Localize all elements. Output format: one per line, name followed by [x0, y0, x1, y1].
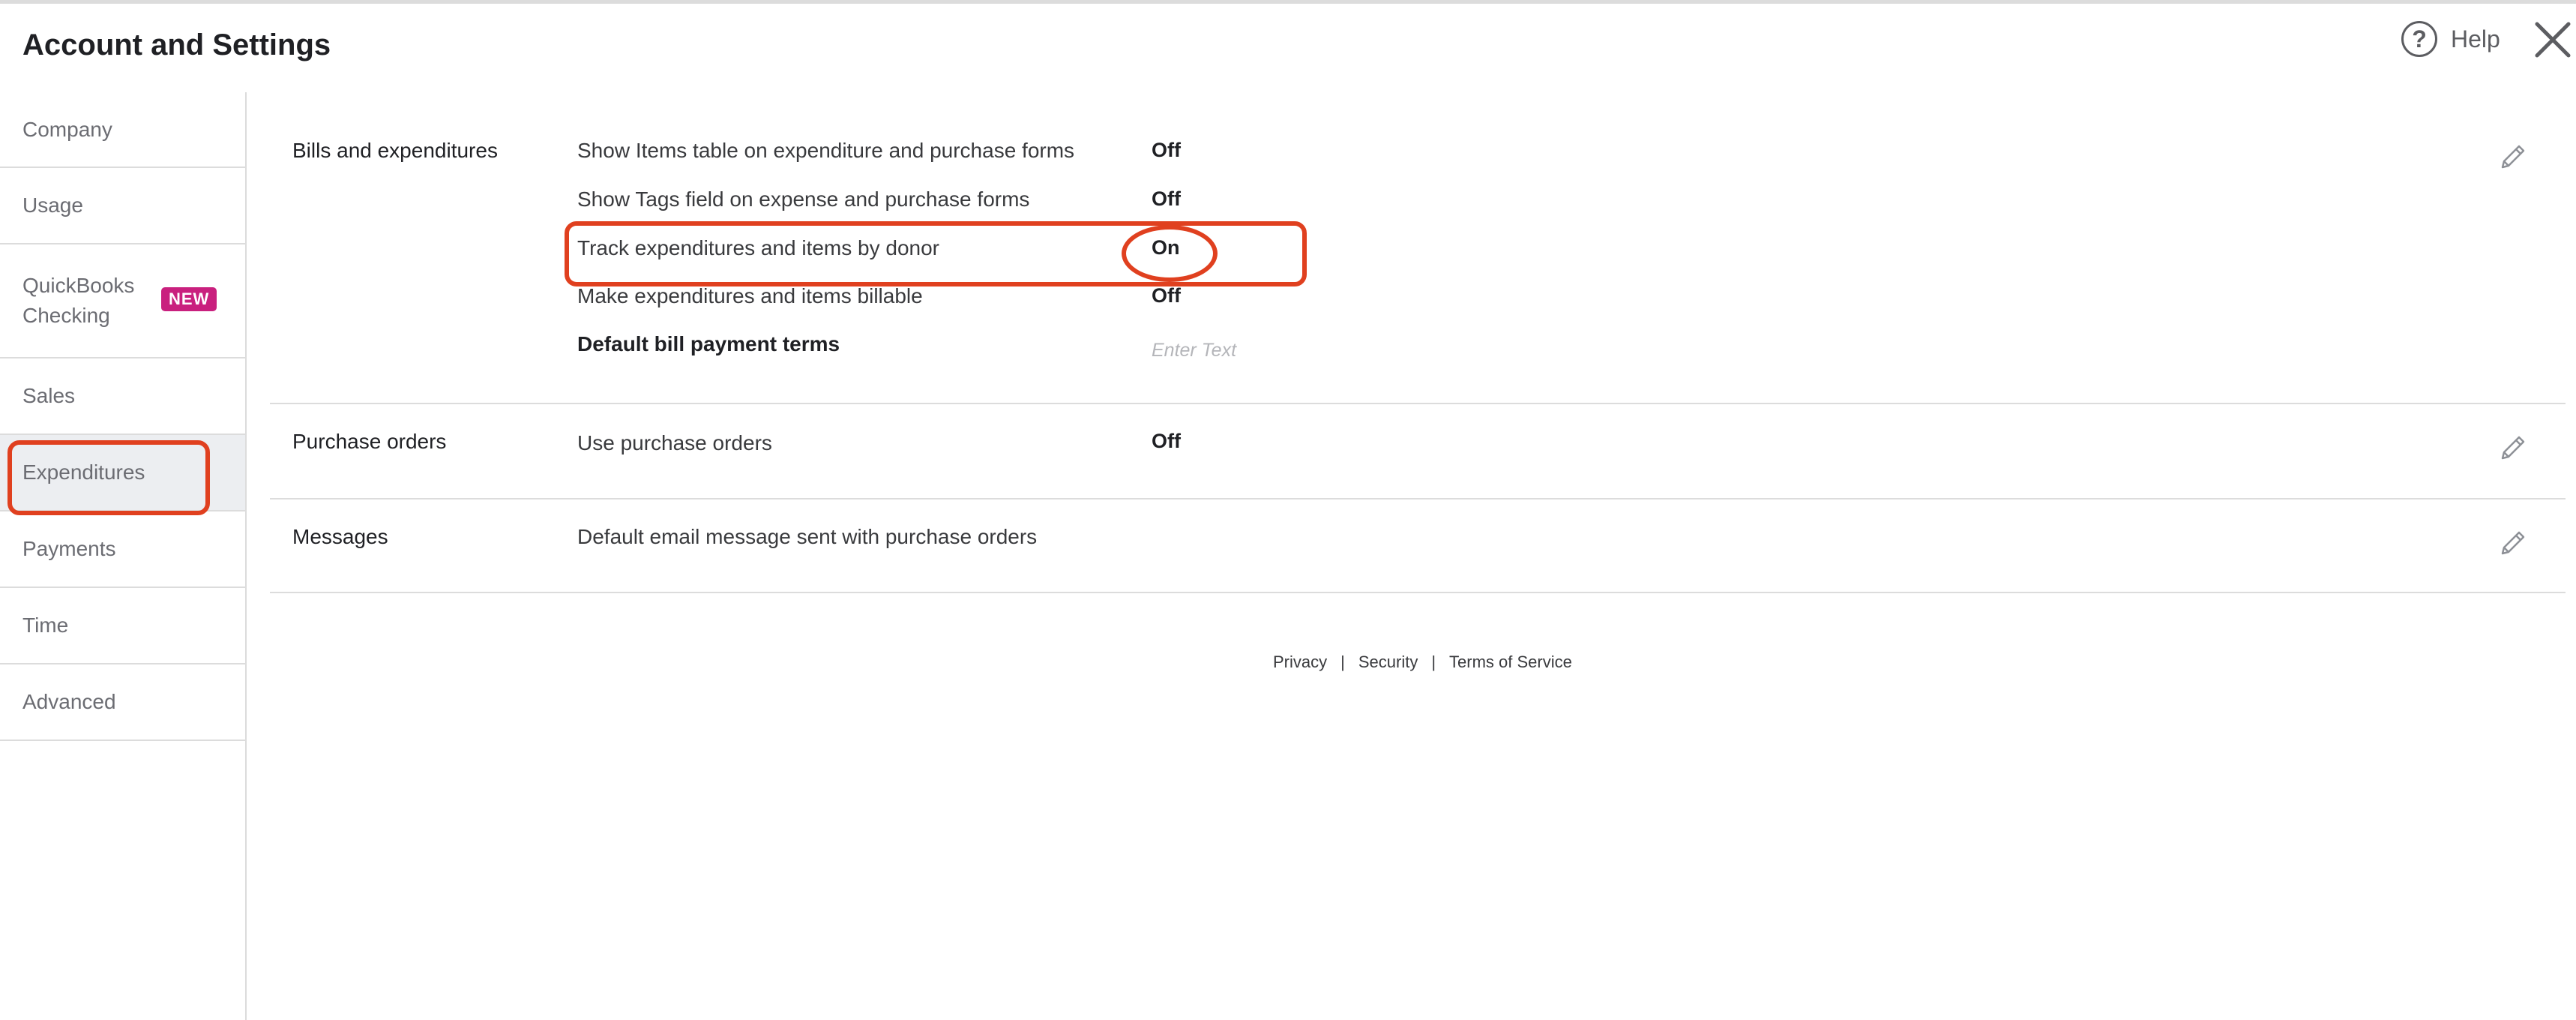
sidebar-item-sales[interactable]: Sales — [0, 358, 245, 435]
setting-track-by-donor-label: Track expenditures and items by donor — [577, 236, 939, 260]
close-icon[interactable] — [2533, 20, 2573, 60]
sidebar-item-label: Sales — [22, 384, 76, 407]
section-purchase-orders: Purchase orders Use purchase orders Off — [270, 404, 2566, 500]
sidebar-item-time[interactable]: Time — [0, 588, 245, 664]
footer-links: Privacy | Security | Terms of Service — [1273, 652, 1572, 672]
section-title: Purchase orders — [292, 430, 447, 453]
privacy-link[interactable]: Privacy — [1273, 652, 1327, 672]
footer-separator: | — [1431, 652, 1436, 671]
sidebar-item-quickbooks-checking[interactable]: QuickBooks Checking NEW — [0, 244, 245, 358]
pencil-icon[interactable] — [2497, 140, 2530, 173]
section-title: Messages — [292, 525, 388, 548]
sidebar-item-label: Time — [22, 614, 69, 637]
pencil-icon[interactable] — [2497, 431, 2530, 464]
setting-default-bill-terms-label: Default bill payment terms — [577, 332, 840, 356]
terms-of-service-link[interactable]: Terms of Service — [1449, 652, 1572, 672]
sidebar-item-expenditures[interactable]: Expenditures — [0, 435, 245, 512]
setting-track-by-donor-value: On — [1152, 236, 1180, 259]
setting-billable-label: Make expenditures and items billable — [577, 284, 923, 308]
setting-use-purchase-orders-label: Use purchase orders — [577, 431, 772, 454]
section-messages: Messages Default email message sent with… — [270, 500, 2566, 593]
help-label: Help — [2451, 25, 2500, 52]
sidebar-item-label: Expenditures — [22, 460, 145, 484]
section-title: Bills and expenditures — [292, 139, 498, 162]
help-button[interactable]: ? Help — [2401, 21, 2500, 57]
setting-show-tags-field-value: Off — [1152, 188, 1181, 210]
setting-show-items-table-value: Off — [1152, 139, 1181, 161]
setting-show-tags-field-label: Show Tags field on expense and purchase … — [577, 188, 1030, 211]
pencil-icon[interactable] — [2497, 526, 2530, 560]
settings-sidebar: Company Usage QuickBooks Checking NEW Sa… — [0, 92, 247, 1020]
page-title: Account and Settings — [22, 28, 331, 62]
help-icon: ? — [2401, 21, 2437, 57]
sidebar-item-label: QuickBooks Checking — [22, 274, 135, 327]
security-link[interactable]: Security — [1358, 652, 1418, 672]
setting-billable-value: Off — [1152, 284, 1181, 307]
sidebar-item-advanced[interactable]: Advanced — [0, 664, 245, 741]
sidebar-item-label: Usage — [22, 194, 83, 217]
setting-default-email-message-label: Default email message sent with purchase… — [577, 525, 1038, 548]
sidebar-item-label: Advanced — [22, 690, 116, 713]
setting-default-bill-terms-placeholder: Enter Text — [1152, 340, 1237, 361]
sidebar-item-payments[interactable]: Payments — [0, 512, 245, 588]
footer-separator: | — [1340, 652, 1345, 671]
sidebar-item-usage[interactable]: Usage — [0, 168, 245, 244]
section-bills-and-expenditures: Bills and expenditures Show Items table … — [270, 92, 2566, 404]
sidebar-item-label: Company — [22, 117, 112, 141]
setting-show-items-table-label: Show Items table on expenditure and purc… — [577, 139, 1075, 162]
sidebar-item-label: Payments — [22, 537, 116, 560]
new-badge: NEW — [161, 287, 217, 311]
top-border — [0, 0, 2576, 4]
setting-use-purchase-orders-value: Off — [1152, 430, 1181, 452]
sidebar-item-company[interactable]: Company — [0, 92, 245, 168]
